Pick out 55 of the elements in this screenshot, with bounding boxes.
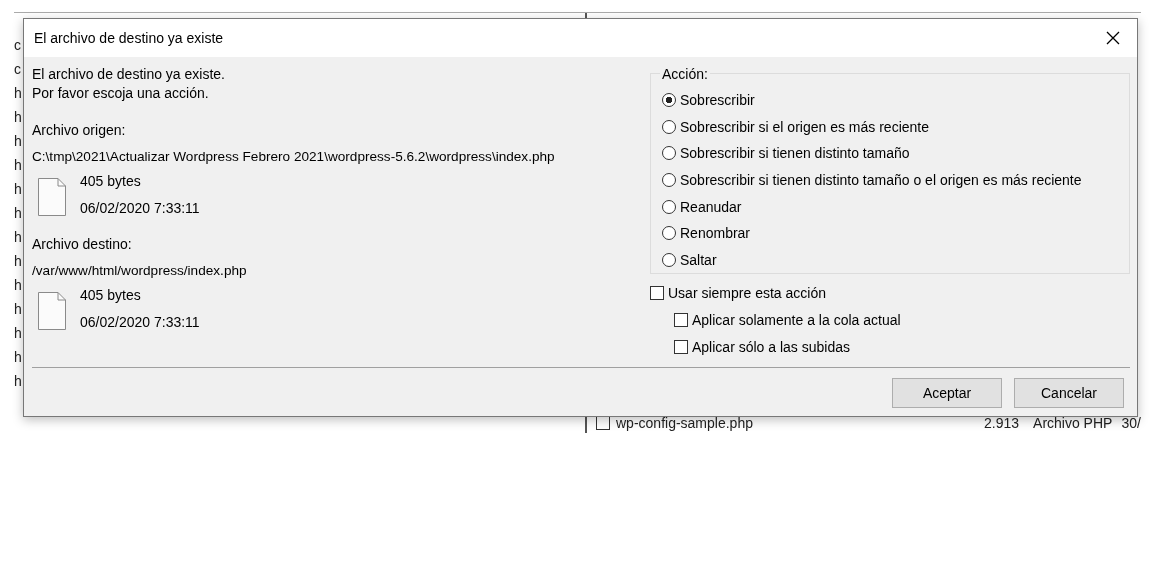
file-size: 2.913: [983, 415, 1020, 431]
radio-option[interactable]: Sobrescribir si tienen distinto tamaño o el origen es más reciente: [662, 166, 1082, 194]
window-title: El archivo de destino ya existe: [34, 30, 224, 46]
checkbox-option[interactable]: Aplicar solamente a la cola actual: [674, 306, 901, 334]
document-icon: [38, 292, 66, 330]
file-name-fragment: c: [14, 36, 22, 55]
radio-option[interactable]: Sobrescribir si el origen es más reciente: [662, 113, 929, 141]
radio-button[interactable]: [662, 93, 676, 108]
radio-option[interactable]: Saltar: [662, 246, 717, 274]
file-name-fragment: h: [14, 204, 22, 223]
radio-button[interactable]: [662, 173, 676, 188]
radio-button[interactable]: [662, 119, 676, 134]
file-size: 405 bytes: [80, 172, 142, 190]
file-name-fragment: h: [14, 228, 22, 247]
dialog-button[interactable]: Cancelar: [1014, 378, 1124, 408]
checkbox-option[interactable]: Usar siempre esta acción: [650, 280, 826, 307]
file-name-fragment: h: [14, 276, 22, 295]
file-name-fragment: h: [14, 324, 22, 343]
file-name-fragment: h: [14, 84, 22, 103]
file-name-fragment: h: [14, 156, 22, 175]
file-date: 06/02/2020 7:33:11: [80, 313, 200, 331]
file-name-fragment: h: [14, 252, 22, 271]
checkbox-option[interactable]: Aplicar sólo a las subidas: [674, 333, 850, 360]
file-name-fragment: h: [14, 180, 22, 199]
message-text: Por favor escoja una acción.: [32, 84, 210, 103]
checkbox[interactable]: [674, 339, 688, 354]
file-date: 30/: [1121, 415, 1141, 431]
file-path: C:\tmp\2021\Actualizar Wordpress Febrero 2021\wordpress-5.6.2\wordpress\index.php: [32, 148, 556, 166]
radio-option[interactable]: Sobrescribir: [662, 87, 755, 114]
message-text: El archivo de destino ya existe.: [32, 65, 226, 84]
radio-button[interactable]: [662, 199, 676, 214]
file-type: Archivo PHP: [1033, 415, 1114, 431]
radio-option[interactable]: Sobrescribir si tienen distinto tamaño: [662, 140, 910, 167]
radio-button[interactable]: [662, 252, 676, 267]
document-icon: [38, 178, 66, 216]
radio-button[interactable]: [662, 146, 676, 161]
dialog-button[interactable]: Aceptar: [892, 378, 1002, 408]
file-size: 405 bytes: [80, 286, 142, 304]
file-name-fragment: h: [14, 300, 22, 319]
file-name-fragment: c: [14, 60, 22, 79]
radio-option[interactable]: Renombrar: [662, 219, 751, 247]
section-label: Archivo origen:: [32, 121, 127, 139]
checkbox[interactable]: [650, 286, 664, 301]
radio-option[interactable]: Reanudar: [662, 193, 742, 220]
file-path: /var/www/html/wordpress/index.php: [32, 262, 248, 280]
radio-button[interactable]: [662, 226, 676, 241]
file-name-fragment: h: [14, 372, 22, 391]
file-name-fragment: h: [14, 108, 22, 127]
section-label: Archivo destino:: [32, 235, 133, 253]
file-name: wp-config-sample.php: [616, 415, 754, 431]
close-icon[interactable]: [1106, 31, 1120, 45]
checkbox[interactable]: [674, 313, 688, 328]
file-name-fragment: h: [14, 132, 22, 151]
file-name-fragment: h: [14, 348, 22, 367]
file-date: 06/02/2020 7:33:11: [80, 199, 200, 217]
